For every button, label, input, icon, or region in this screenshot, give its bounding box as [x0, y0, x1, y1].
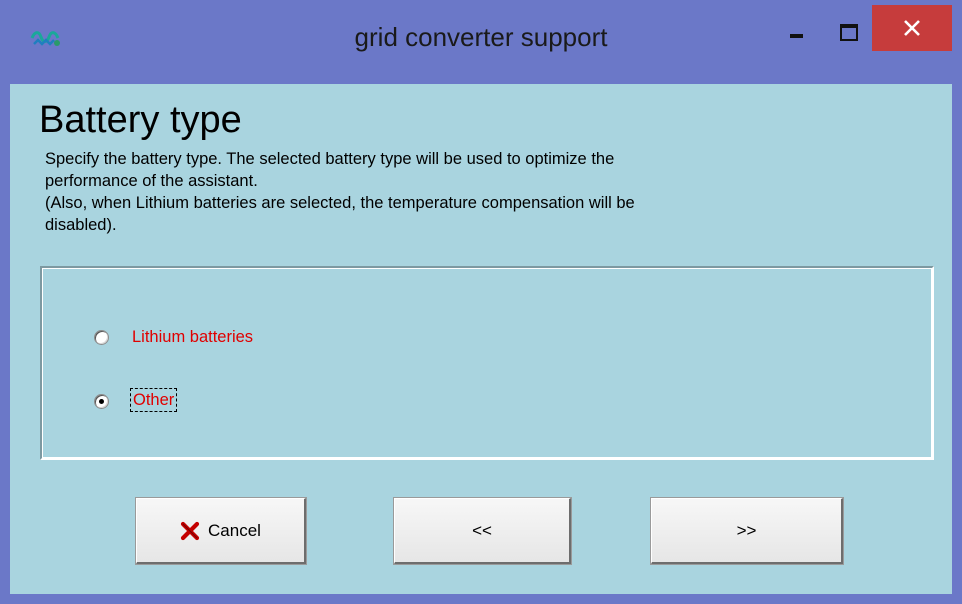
next-button[interactable]: >> — [650, 497, 844, 565]
close-icon — [904, 20, 920, 36]
cancel-button[interactable]: Cancel — [135, 497, 307, 565]
page-title: Battery type — [39, 99, 242, 141]
option-label[interactable]: Other — [130, 388, 178, 412]
option-label[interactable]: Lithium batteries — [132, 326, 253, 348]
description-line: disabled). — [45, 216, 117, 234]
dialog-content: Battery type Specify the battery type. T… — [10, 84, 952, 594]
description-line: (Also, when Lithium batteries are select… — [45, 194, 635, 212]
radio-dot — [99, 399, 104, 404]
battery-type-group: Lithium batteries Other — [40, 266, 934, 460]
description-line: performance of the assistant. — [45, 172, 258, 190]
app-window: grid converter support Battery type Spec… — [0, 0, 962, 604]
next-label: >> — [736, 520, 757, 540]
back-button[interactable]: << — [393, 497, 572, 565]
close-button[interactable] — [872, 5, 952, 51]
cancel-label: Cancel — [208, 520, 261, 540]
red-x-icon — [180, 521, 200, 541]
back-label: << — [472, 520, 492, 540]
radio-button[interactable] — [94, 330, 109, 345]
description-line: Specify the battery type. The selected b… — [45, 150, 615, 168]
minimize-button[interactable] — [774, 10, 820, 54]
maximize-button[interactable] — [826, 10, 872, 54]
description: Specify the battery type. The selected b… — [45, 148, 905, 236]
title-bar[interactable]: grid converter support — [0, 0, 962, 84]
radio-button-selected[interactable] — [94, 394, 109, 409]
